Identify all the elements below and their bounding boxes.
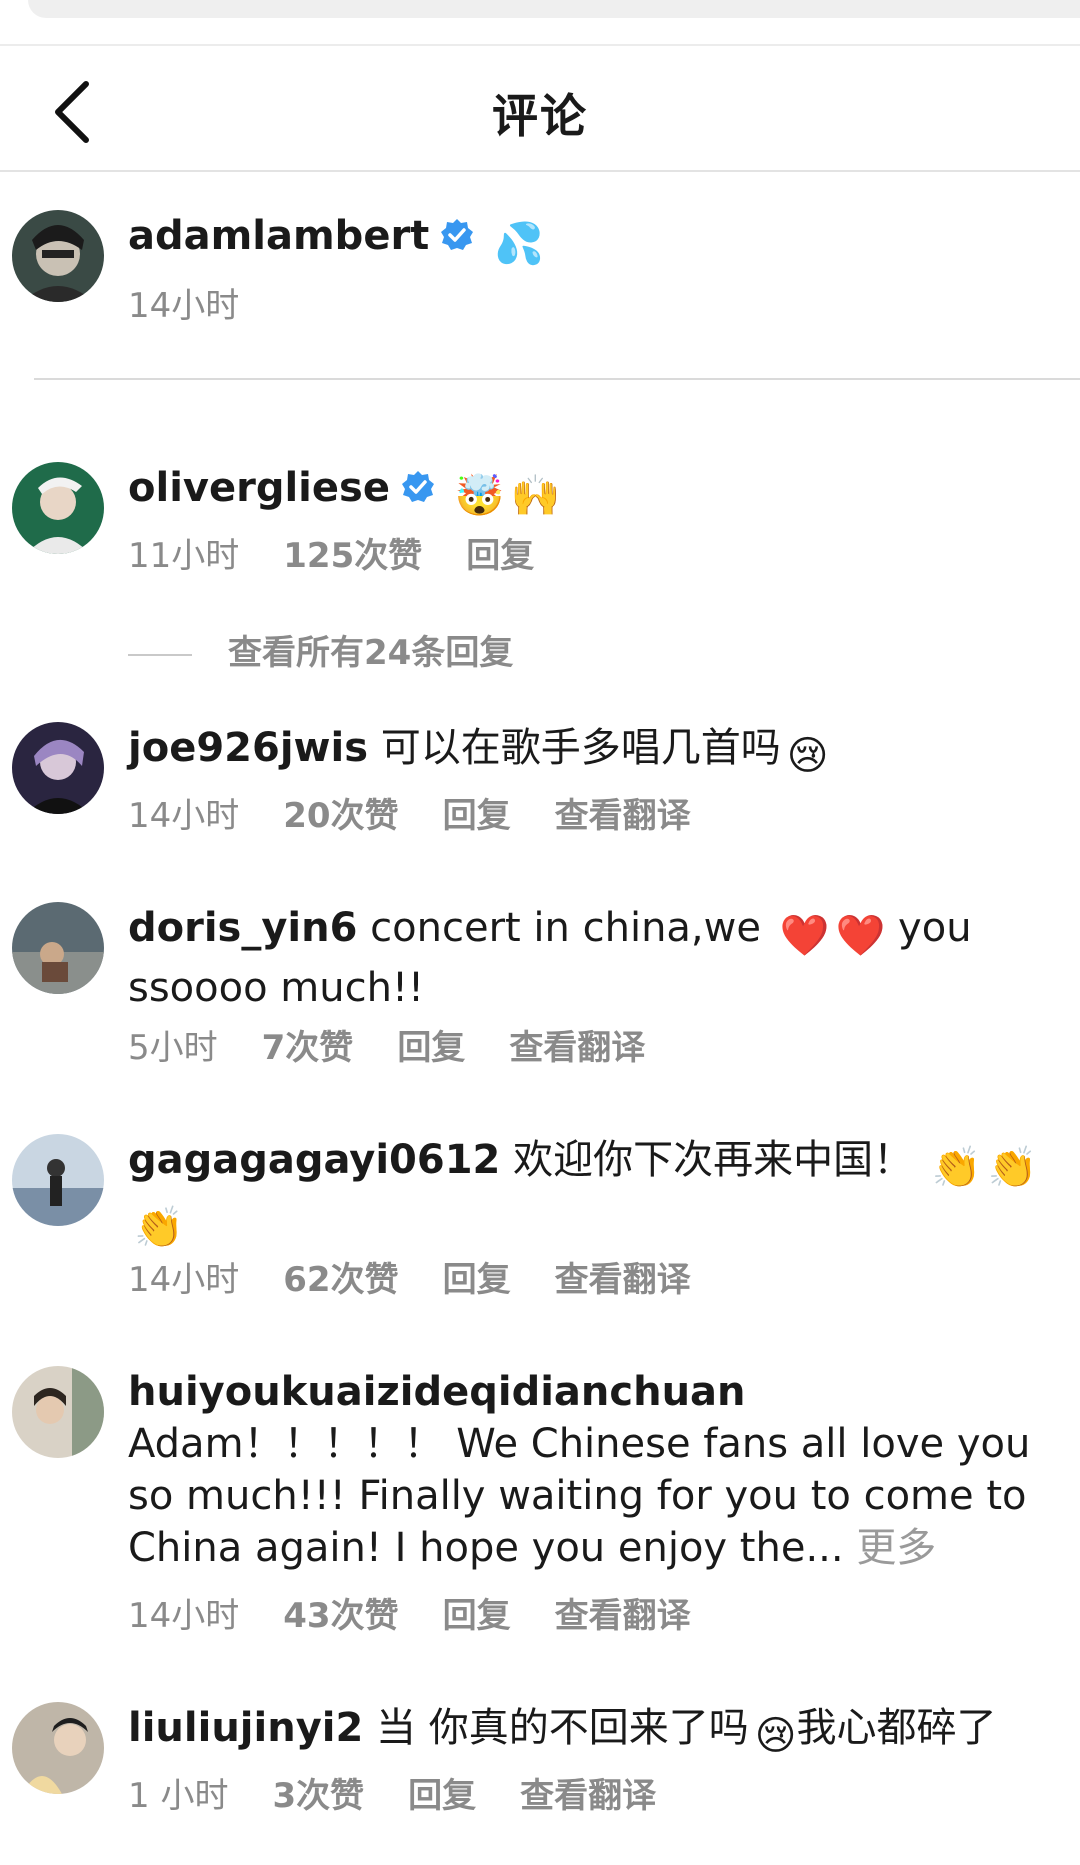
- clapping-hands-emoji: 👏: [931, 1145, 982, 1191]
- reply-button[interactable]: 回复: [466, 536, 534, 576]
- see-translation-button[interactable]: 查看翻译: [509, 1028, 645, 1068]
- comment-time: 14小时: [128, 1260, 240, 1300]
- see-translation-button[interactable]: 查看翻译: [555, 1596, 691, 1636]
- username[interactable]: joe926jwis: [128, 725, 368, 771]
- username[interactable]: huiyoukuaizideqidianchuan: [128, 1369, 746, 1415]
- clapping-hands-emoji: 👏: [987, 1145, 1038, 1191]
- replies-rule: [128, 653, 192, 656]
- comment-time: 1 小时: [128, 1776, 229, 1816]
- comment-time: 11小时: [128, 536, 240, 576]
- avatar[interactable]: [12, 462, 104, 554]
- verified-badge-icon: [400, 466, 436, 518]
- username[interactable]: doris_yin6: [128, 905, 357, 951]
- comment-time: 14小时: [128, 1596, 240, 1636]
- avatar[interactable]: [12, 902, 104, 994]
- like-count[interactable]: 125次赞: [283, 536, 422, 576]
- username[interactable]: adamlambert: [128, 213, 429, 259]
- clapping-hands-emoji: 👏: [134, 1205, 184, 1251]
- divider: [34, 378, 1080, 380]
- username[interactable]: gagagagayi0612: [128, 1137, 500, 1183]
- comment-text: 当 你真的不回来了吗: [376, 1705, 749, 1751]
- reply-button[interactable]: 回复: [443, 1596, 511, 1636]
- reply-button[interactable]: 回复: [397, 1028, 465, 1068]
- see-translation-button[interactable]: 查看翻译: [555, 796, 691, 836]
- username[interactable]: liuliujinyi2: [128, 1705, 363, 1751]
- comment-time: 14小时: [128, 286, 240, 326]
- avatar[interactable]: [12, 210, 104, 302]
- crying-face-emoji: 😢: [786, 733, 829, 779]
- like-count[interactable]: 62次赞: [283, 1260, 398, 1300]
- see-translation-button[interactable]: 查看翻译: [520, 1776, 656, 1816]
- more-link[interactable]: 更多: [856, 1525, 936, 1571]
- comment-text: 我心都碎了: [796, 1705, 997, 1751]
- username[interactable]: olivergliese: [128, 465, 390, 511]
- like-count[interactable]: 3次赞: [272, 1776, 364, 1816]
- comment-time: 14小时: [128, 796, 240, 836]
- exploding-head-emoji: 🤯: [454, 473, 505, 519]
- raising-hands-emoji: 🙌: [510, 473, 561, 519]
- comment-text: concert in china,we: [370, 905, 761, 951]
- comment-text: 欢迎你下次再来中国！: [513, 1137, 914, 1183]
- view-replies-label: 查看所有24条回复: [228, 633, 514, 673]
- reply-button[interactable]: 回复: [443, 796, 511, 836]
- reply-button[interactable]: 回复: [443, 1260, 511, 1300]
- crying-face-emoji: 😢: [754, 1713, 797, 1759]
- search-bar-edge: [28, 0, 1080, 18]
- red-heart-emoji: ❤️: [835, 913, 886, 959]
- comment-time: 5小时: [128, 1028, 218, 1068]
- like-count[interactable]: 7次赞: [262, 1028, 354, 1068]
- page-title: 评论: [492, 89, 588, 143]
- red-heart-emoji: ❤️: [779, 913, 830, 959]
- avatar[interactable]: [12, 1702, 104, 1794]
- comment-text: 可以在歌手多唱几首吗: [380, 725, 781, 771]
- see-translation-button[interactable]: 查看翻译: [555, 1260, 691, 1300]
- reply-button[interactable]: 回复: [408, 1776, 476, 1816]
- avatar[interactable]: [12, 1366, 104, 1458]
- view-replies-button[interactable]: 查看所有24条回复: [128, 625, 513, 674]
- avatar[interactable]: [12, 722, 104, 814]
- sweat-droplets-emoji: 💦: [494, 221, 544, 267]
- verified-badge-icon: [439, 214, 475, 266]
- like-count[interactable]: 20次赞: [283, 796, 398, 836]
- avatar[interactable]: [12, 1134, 104, 1226]
- like-count[interactable]: 43次赞: [283, 1596, 398, 1636]
- header: 评论: [0, 44, 1080, 172]
